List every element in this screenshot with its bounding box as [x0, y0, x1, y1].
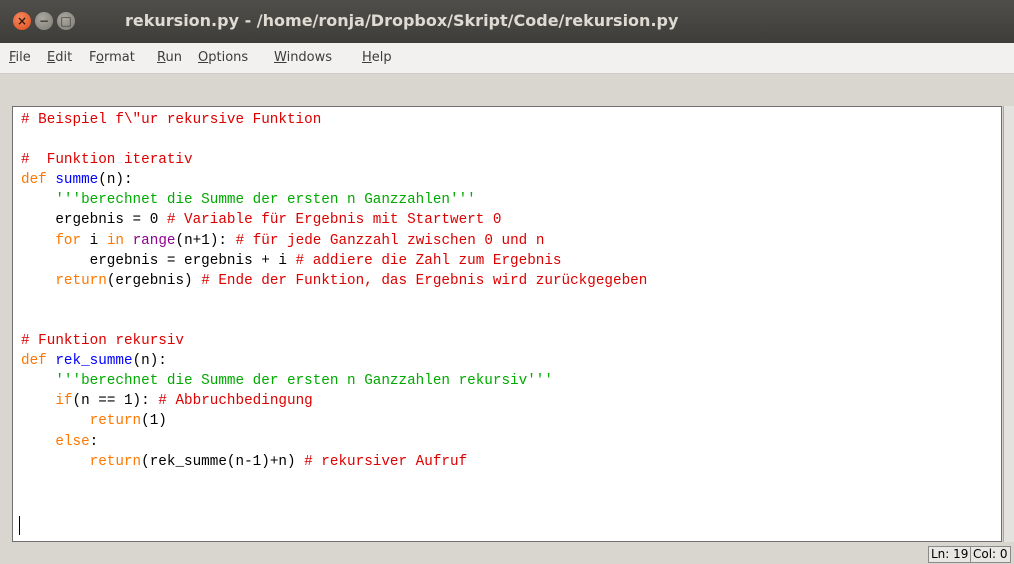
code-token: (1) [141, 413, 167, 430]
code-token: def [21, 353, 47, 370]
line-number-indicator: Ln: 19 [928, 546, 972, 563]
code-token: # Variable für Ergebnis mit Startwert 0 [166, 212, 502, 229]
code-line[interactable] [21, 291, 647, 311]
code-line[interactable] [21, 130, 647, 150]
code-token: def [21, 172, 47, 189]
code-token: summe [55, 172, 99, 189]
menu-file[interactable]: File [9, 50, 31, 65]
code-token: return [55, 272, 107, 289]
code-token: rek_summe [55, 353, 133, 370]
code-line[interactable]: # Beispiel f\"ur rekursive Funktion [21, 110, 647, 130]
menu-windows[interactable]: Windows [274, 50, 332, 65]
code-token: # Beispiel f\"ur rekursive Funktion [21, 112, 322, 128]
code-token: ergebnis = ergebnis + i [21, 252, 296, 269]
menu-help[interactable]: Help [362, 50, 392, 65]
text-cursor [19, 516, 20, 535]
code-token: # Abbruchbedingung [158, 393, 313, 410]
code-token: return [89, 413, 142, 430]
code-token: return [89, 453, 142, 470]
title-bar: × − □ rekursion.py - /home/ronja/Dropbox… [0, 0, 1014, 43]
menu-format[interactable]: Format [89, 50, 135, 65]
code-line[interactable] [21, 311, 647, 331]
code-token: # Funktion iterativ [21, 152, 193, 169]
code-line[interactable]: ergebnis = ergebnis + i # addiere die Za… [21, 251, 647, 271]
code-token: (n): [132, 353, 167, 370]
column-indicator: Col: 0 [970, 546, 1011, 563]
code-token: for [55, 232, 82, 249]
code-line[interactable]: '''berechnet die Summe der ersten n Ganz… [21, 371, 647, 391]
code-line[interactable]: def rek_summe(n): [21, 351, 647, 371]
code-line[interactable]: return(rek_summe(n-1)+n) # rekursiver Au… [21, 452, 647, 472]
code-line[interactable]: return(ergebnis) # Ende der Funktion, da… [21, 271, 647, 291]
status-bar: Ln: 19 Col: 0 [0, 544, 1014, 564]
code-editor[interactable]: # Beispiel f\"ur rekursive Funktion # Fu… [12, 106, 1002, 542]
code-line[interactable]: if(n == 1): # Abbruchbedingung [21, 391, 647, 411]
code-line[interactable]: # Funktion rekursiv [21, 331, 647, 351]
editor-top-gap [12, 74, 1002, 106]
code-token: range [132, 232, 176, 249]
code-token: # Ende der Funktion, das Ergebnis wird z… [201, 272, 648, 289]
code-token: '''berechnet die Summe der ersten n Ganz… [55, 373, 553, 390]
code-token: (n+1): [175, 232, 236, 249]
code-token: (rek_summe(n-1)+n) [141, 453, 305, 470]
code-token: (ergebnis) [106, 272, 202, 289]
code-token: # rekursiver Aufruf [304, 453, 468, 470]
close-icon[interactable]: × [13, 12, 31, 30]
code-token: (n == 1): [72, 393, 159, 410]
menu-options[interactable]: Options [198, 50, 248, 65]
code-line[interactable]: ergebnis = 0 # Variable für Ergebnis mit… [21, 210, 647, 230]
code-token: '''berechnet die Summe der ersten n Ganz… [55, 192, 476, 209]
vertical-scrollbar[interactable] [1003, 106, 1014, 542]
maximize-icon[interactable]: □ [57, 12, 75, 30]
code-token: else [55, 433, 90, 450]
code-token: ergebnis = 0 [21, 212, 167, 229]
code-token: # addiere die Zahl zum Ergebnis [295, 252, 562, 269]
minimize-icon[interactable]: − [35, 12, 53, 30]
code-token: i [81, 232, 107, 249]
code-line[interactable]: def summe(n): [21, 170, 647, 190]
code-line[interactable]: # Funktion iterativ [21, 150, 647, 170]
code-text[interactable]: # Beispiel f\"ur rekursive Funktion # Fu… [21, 110, 647, 492]
window-title: rekursion.py - /home/ronja/Dropbox/Skrip… [125, 11, 679, 30]
code-token: if [55, 393, 73, 410]
menu-edit[interactable]: Edit [47, 50, 72, 65]
code-token: (n): [98, 172, 133, 189]
code-token: : [89, 433, 99, 450]
code-token: # für jede Ganzzahl zwischen 0 und n [235, 232, 545, 249]
code-line[interactable]: for i in range(n+1): # für jede Ganzzahl… [21, 231, 647, 251]
code-line[interactable]: '''berechnet die Summe der ersten n Ganz… [21, 190, 647, 210]
code-token: # Funktion rekursiv [21, 333, 185, 350]
code-line[interactable]: return(1) [21, 411, 647, 431]
code-line[interactable]: else: [21, 432, 647, 452]
code-token: in [106, 232, 124, 249]
menu-bar: File Edit Format Run Options Windows Hel… [0, 43, 1014, 74]
menu-run[interactable]: Run [157, 50, 182, 65]
code-line[interactable] [21, 472, 647, 492]
